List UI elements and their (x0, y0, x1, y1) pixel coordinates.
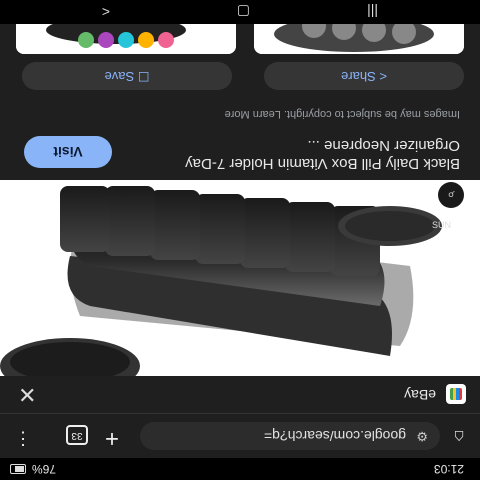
address-bar[interactable]: ⚙ google.com/search?q= (140, 422, 440, 450)
back-icon[interactable]: < (102, 4, 110, 20)
home-nav-icon[interactable]: ▢ (237, 3, 250, 20)
close-icon[interactable]: ✕ (18, 381, 36, 407)
action-row: < Share ☐ Save (0, 54, 480, 94)
site-favicon (446, 384, 466, 404)
share-icon: < (375, 69, 387, 84)
home-icon[interactable]: ⌂ (448, 426, 470, 448)
url-text[interactable]: google.com/search?q= (264, 428, 406, 444)
image-viewer[interactable]: SUN ⌕ (0, 180, 480, 376)
status-right: 76% (10, 462, 56, 476)
recents-icon[interactable]: ||| (367, 4, 378, 20)
result-title[interactable]: Black Daily Pill Box Vitamin Holder 7-Da… (160, 136, 460, 172)
plus-icon[interactable]: + (100, 425, 124, 452)
result-info: Black Daily Pill Box Vitamin Holder 7-Da… (0, 94, 480, 180)
tabs-icon[interactable]: 33 (66, 425, 88, 445)
tune-icon[interactable]: ⚙ (416, 428, 428, 444)
save-button[interactable]: ☐ Save (22, 62, 232, 90)
battery-icon (10, 464, 26, 474)
share-label: Share (341, 69, 376, 84)
status-time: 21:03 (433, 462, 464, 476)
battery-percent: 76% (32, 462, 57, 476)
save-icon: ☐ (134, 69, 150, 84)
status-bar: 21:03 76% (0, 458, 480, 480)
site-bar: eBay ✕ (0, 375, 480, 414)
menu-icon[interactable]: ⋮ (14, 429, 32, 449)
label-sun: SUN (432, 220, 451, 230)
save-label: Save (104, 69, 135, 84)
visit-button[interactable]: Visit (24, 136, 112, 168)
site-name: eBay (404, 387, 436, 403)
browser-toolbar: ⌂ ⚙ google.com/search?q= + 33 ⋮ (0, 414, 480, 458)
navigation-bar: ||| ▢ < (0, 0, 480, 24)
copyright-notice[interactable]: Images may be subject to copyright. Lear… (225, 108, 460, 120)
browser-screen: { "status_bar": { "time": "21:03", "batt… (0, 0, 480, 480)
lens-icon[interactable]: ⌕ (438, 182, 464, 208)
share-button[interactable]: < Share (264, 62, 464, 90)
product-image: SUN (0, 180, 480, 376)
